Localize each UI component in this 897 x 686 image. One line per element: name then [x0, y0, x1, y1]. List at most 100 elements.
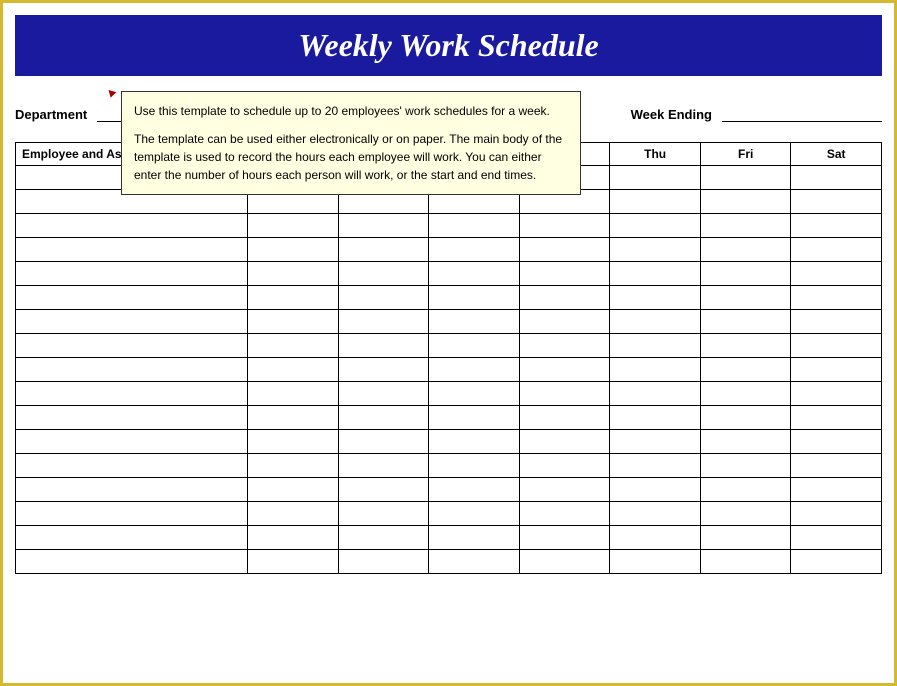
week-ending-input-line[interactable]: [722, 106, 882, 122]
hours-cell[interactable]: [248, 550, 339, 574]
hours-cell[interactable]: [338, 526, 429, 550]
hours-cell[interactable]: [700, 262, 791, 286]
hours-cell[interactable]: [338, 430, 429, 454]
employee-cell[interactable]: [16, 262, 248, 286]
hours-cell[interactable]: [791, 286, 882, 310]
employee-cell[interactable]: [16, 430, 248, 454]
hours-cell[interactable]: [338, 478, 429, 502]
hours-cell[interactable]: [610, 550, 701, 574]
hours-cell[interactable]: [610, 526, 701, 550]
hours-cell[interactable]: [791, 478, 882, 502]
hours-cell[interactable]: [610, 430, 701, 454]
hours-cell[interactable]: [248, 430, 339, 454]
hours-cell[interactable]: [429, 214, 520, 238]
hours-cell[interactable]: [791, 382, 882, 406]
hours-cell[interactable]: [338, 238, 429, 262]
hours-cell[interactable]: [700, 526, 791, 550]
hours-cell[interactable]: [338, 406, 429, 430]
hours-cell[interactable]: [248, 382, 339, 406]
hours-cell[interactable]: [248, 310, 339, 334]
hours-cell[interactable]: [791, 262, 882, 286]
employee-cell[interactable]: [16, 334, 248, 358]
hours-cell[interactable]: [248, 478, 339, 502]
hours-cell[interactable]: [700, 454, 791, 478]
hours-cell[interactable]: [429, 526, 520, 550]
hours-cell[interactable]: [700, 286, 791, 310]
hours-cell[interactable]: [338, 286, 429, 310]
hours-cell[interactable]: [429, 310, 520, 334]
hours-cell[interactable]: [791, 430, 882, 454]
hours-cell[interactable]: [519, 334, 610, 358]
hours-cell[interactable]: [610, 358, 701, 382]
hours-cell[interactable]: [791, 550, 882, 574]
hours-cell[interactable]: [791, 310, 882, 334]
hours-cell[interactable]: [429, 478, 520, 502]
hours-cell[interactable]: [248, 406, 339, 430]
hours-cell[interactable]: [429, 430, 520, 454]
hours-cell[interactable]: [338, 214, 429, 238]
hours-cell[interactable]: [791, 238, 882, 262]
employee-cell[interactable]: [16, 526, 248, 550]
employee-cell[interactable]: [16, 454, 248, 478]
hours-cell[interactable]: [700, 310, 791, 334]
hours-cell[interactable]: [610, 214, 701, 238]
hours-cell[interactable]: [610, 238, 701, 262]
hours-cell[interactable]: [248, 526, 339, 550]
hours-cell[interactable]: [610, 406, 701, 430]
hours-cell[interactable]: [610, 478, 701, 502]
hours-cell[interactable]: [519, 238, 610, 262]
hours-cell[interactable]: [700, 358, 791, 382]
hours-cell[interactable]: [700, 478, 791, 502]
hours-cell[interactable]: [791, 406, 882, 430]
hours-cell[interactable]: [519, 382, 610, 406]
employee-cell[interactable]: [16, 286, 248, 310]
employee-cell[interactable]: [16, 358, 248, 382]
hours-cell[interactable]: [519, 262, 610, 286]
hours-cell[interactable]: [429, 358, 520, 382]
hours-cell[interactable]: [519, 430, 610, 454]
hours-cell[interactable]: [429, 286, 520, 310]
hours-cell[interactable]: [429, 382, 520, 406]
hours-cell[interactable]: [791, 214, 882, 238]
hours-cell[interactable]: [519, 526, 610, 550]
hours-cell[interactable]: [519, 478, 610, 502]
hours-cell[interactable]: [429, 238, 520, 262]
employee-cell[interactable]: [16, 502, 248, 526]
hours-cell[interactable]: [338, 382, 429, 406]
hours-cell[interactable]: [429, 550, 520, 574]
hours-cell[interactable]: [248, 238, 339, 262]
hours-cell[interactable]: [791, 526, 882, 550]
hours-cell[interactable]: [519, 502, 610, 526]
hours-cell[interactable]: [791, 454, 882, 478]
employee-cell[interactable]: [16, 238, 248, 262]
hours-cell[interactable]: [429, 454, 520, 478]
hours-cell[interactable]: [248, 502, 339, 526]
hours-cell[interactable]: [700, 334, 791, 358]
hours-cell[interactable]: [338, 454, 429, 478]
hours-cell[interactable]: [519, 550, 610, 574]
hours-cell[interactable]: [338, 262, 429, 286]
hours-cell[interactable]: [610, 382, 701, 406]
hours-cell[interactable]: [610, 262, 701, 286]
employee-cell[interactable]: [16, 478, 248, 502]
hours-cell[interactable]: [610, 454, 701, 478]
hours-cell[interactable]: [700, 430, 791, 454]
hours-cell[interactable]: [610, 334, 701, 358]
employee-cell[interactable]: [16, 382, 248, 406]
employee-cell[interactable]: [16, 550, 248, 574]
hours-cell[interactable]: [338, 502, 429, 526]
hours-cell[interactable]: [248, 358, 339, 382]
hours-cell[interactable]: [338, 550, 429, 574]
hours-cell[interactable]: [791, 190, 882, 214]
hours-cell[interactable]: [610, 502, 701, 526]
hours-cell[interactable]: [519, 454, 610, 478]
hours-cell[interactable]: [429, 334, 520, 358]
hours-cell[interactable]: [519, 406, 610, 430]
hours-cell[interactable]: [248, 286, 339, 310]
hours-cell[interactable]: [791, 358, 882, 382]
hours-cell[interactable]: [429, 262, 520, 286]
hours-cell[interactable]: [700, 406, 791, 430]
hours-cell[interactable]: [248, 214, 339, 238]
hours-cell[interactable]: [700, 190, 791, 214]
hours-cell[interactable]: [610, 286, 701, 310]
